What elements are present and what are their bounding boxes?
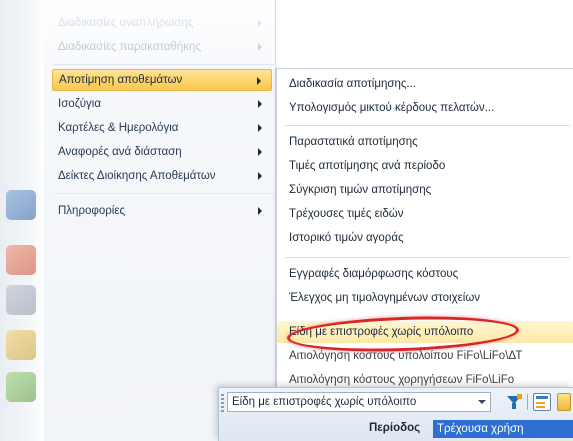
menu2-item-label: Σύγκριση τιμών αποτίμησης — [289, 184, 432, 196]
menu1-item-label: Διαδικασίες παρακαταθήκης — [58, 41, 201, 53]
menu1-item-replenishment[interactable]: Διαδικασίες αναπλήρωσης — [52, 12, 272, 34]
submenu-arrow-icon — [258, 124, 262, 132]
menu2-item-label: Παραστατικά αποτίμησης — [289, 136, 418, 148]
report-toolbar: Είδη με επιστροφές χωρίς υπόλοιπο Περίοδ… — [218, 387, 573, 441]
module-icon-4[interactable] — [6, 330, 36, 360]
menu2-item-uninvoiced-check[interactable]: Έλεγχος μη τιμολογημένων στοιχείων — [277, 287, 573, 309]
menu1-item-label: Δείκτες Διοίκησης Αποθεμάτων — [58, 170, 216, 182]
module-icon-2[interactable] — [6, 245, 36, 275]
period-field[interactable]: Τρέχουσα χρήση — [433, 420, 573, 438]
menu-separator — [285, 257, 570, 258]
chevron-down-icon[interactable] — [478, 400, 486, 404]
menu1-item-inventory-valuation[interactable]: Αποτίμηση αποθεμάτων — [52, 69, 272, 91]
submenu-arrow-icon — [258, 100, 262, 108]
toolbar-separator — [527, 394, 528, 410]
submenu-arrow-icon — [258, 148, 262, 156]
menu2-item-current-prices[interactable]: Τρέχουσες τιμές ειδών — [277, 203, 573, 225]
menu-level2: Διαδικασία αποτίμησης... Υπολογισμός μικ… — [276, 68, 573, 441]
menu2-item-purchase-history[interactable]: Ιστορικό τιμών αγοράς — [277, 227, 573, 249]
menu-separator — [54, 64, 274, 65]
menu-separator — [54, 193, 274, 194]
toolbar-grip[interactable] — [221, 394, 224, 412]
period-label: Περίοδος — [369, 422, 421, 434]
menu2-item-label: Έλεγχος μη τιμολογημένων στοιχείων — [289, 292, 481, 304]
menu2-item-label: Τιμές αποτίμησης ανά περίοδο — [289, 160, 446, 172]
edge-icon[interactable] — [557, 393, 571, 411]
menu1-item-label: Αποτίμηση αποθεμάτων — [59, 74, 183, 86]
menu1-item-information[interactable]: Πληροφορίες — [52, 200, 272, 222]
app-sidebar-strip — [0, 0, 44, 441]
menu1-item-label: Καρτέλες & Ημερολόγια — [58, 122, 179, 134]
submenu-arrow-icon — [258, 207, 262, 215]
menu1-item-label: Πληροφορίες — [58, 205, 126, 217]
menu1-item-dimension-reports[interactable]: Αναφορές ανά διάσταση — [52, 141, 272, 163]
menu1-item-inventory-kpis[interactable]: Δείκτες Διοίκησης Αποθεμάτων — [52, 165, 272, 187]
menu2-item-prices-per-period[interactable]: Τιμές αποτίμησης ανά περίοδο — [277, 155, 573, 177]
menu2-item-label: Ιστορικό τιμών αγοράς — [289, 232, 404, 244]
submenu-arrow-icon — [258, 172, 262, 180]
module-icon-5[interactable] — [6, 372, 36, 402]
filter-icon[interactable] — [505, 393, 523, 411]
menu1-item-consignment[interactable]: Διαδικασίες παρακαταθήκης — [52, 36, 272, 58]
module-icon-1[interactable] — [6, 190, 36, 220]
menu2-item-cost-entries[interactable]: Εγγραφές διαμόρφωσης κόστους — [277, 263, 573, 285]
menu2-item-label: Αιτιολόγηση κόστους υπολοίπου FiFo\LiFo\… — [289, 350, 523, 362]
menu1-item-label: Ισοζύγια — [58, 98, 102, 110]
report-selector-value: Είδη με επιστροφές χωρίς υπόλοιπο — [232, 396, 417, 408]
menu2-item-valuation-process[interactable]: Διαδικασία αποτίμησης... — [277, 73, 573, 95]
menu2-item-gross-profit[interactable]: Υπολογισμός μικτού κέρδους πελατών... — [277, 97, 573, 119]
menu-separator — [285, 125, 570, 126]
submenu-arrow-icon — [257, 77, 261, 85]
period-value: Τρέχουσα χρήση — [437, 423, 524, 435]
menu1-item-balances[interactable]: Ισοζύγια — [52, 93, 272, 115]
menu1-item-label: Αναφορές ανά διάσταση — [58, 146, 182, 158]
menu-level1: Διαδικασίες αναπλήρωσης Διαδικασίες παρα… — [44, 0, 276, 441]
menu2-item-label: Αιτιολόγηση κόστους χορηγήσεων FiFo\LiFo — [289, 374, 515, 386]
menu2-item-label: Τρέχουσες τιμές ειδών — [289, 208, 404, 220]
submenu-arrow-icon — [258, 19, 262, 27]
form-icon[interactable] — [533, 393, 551, 411]
menu2-item-compare-prices[interactable]: Σύγκριση τιμών αποτίμησης — [277, 179, 573, 201]
menu1-item-label: Διαδικασίες αναπλήρωσης — [58, 17, 194, 29]
menu2-item-label: Διαδικασία αποτίμησης... — [289, 78, 416, 90]
menu2-item-label: Εγγραφές διαμόρφωσης κόστους — [289, 268, 459, 280]
menu2-item-label: Υπολογισμός μικτού κέρδους πελατών... — [289, 102, 495, 114]
module-icon-3[interactable] — [6, 285, 36, 315]
report-selector-combo[interactable]: Είδη με επιστροφές χωρίς υπόλοιπο — [227, 392, 491, 412]
toolbar-period-row: Περίοδος Τρέχουσα χρήση — [219, 418, 573, 440]
submenu-arrow-icon — [258, 43, 262, 51]
menu1-item-cards-journals[interactable]: Καρτέλες & Ημερολόγια — [52, 117, 272, 139]
menu2-item-valuation-documents[interactable]: Παραστατικά αποτίμησης — [277, 131, 573, 153]
